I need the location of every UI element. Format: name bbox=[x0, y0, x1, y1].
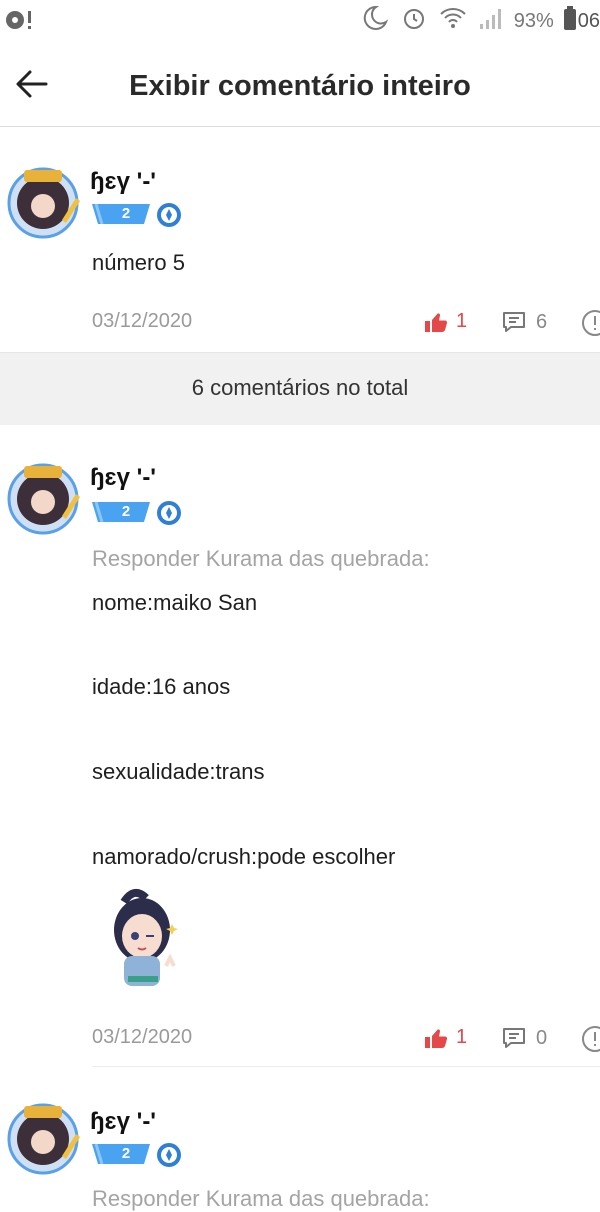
reply-button[interactable]: 0 bbox=[502, 1026, 547, 1050]
divider bbox=[92, 1066, 600, 1067]
like-count: 1 bbox=[456, 1026, 468, 1048]
more-options-icon[interactable] bbox=[580, 308, 600, 343]
avatar[interactable] bbox=[4, 162, 82, 240]
more-options-icon[interactable] bbox=[580, 1024, 600, 1059]
role-badge-icon bbox=[157, 1143, 181, 1167]
avatar[interactable] bbox=[4, 1098, 82, 1176]
level-number: 2 bbox=[121, 1145, 131, 1162]
avatar[interactable] bbox=[4, 458, 82, 536]
reply-to-label[interactable]: Responder Kurama das quebrada: bbox=[92, 1186, 430, 1212]
alarm-icon bbox=[400, 4, 428, 38]
level-number: 2 bbox=[121, 205, 131, 222]
status-bar: 93% 06 bbox=[0, 0, 600, 42]
thumbs-up-icon bbox=[425, 1028, 448, 1048]
notification-icon bbox=[4, 8, 38, 37]
reply-count: 6 bbox=[536, 310, 548, 333]
battery-icon bbox=[563, 6, 576, 36]
reply-line: namorado/crush:pode escolher bbox=[92, 844, 396, 869]
level-number: 2 bbox=[121, 503, 131, 520]
comment-date: 03/12/2020 bbox=[92, 310, 193, 332]
like-button[interactable]: 1 bbox=[424, 310, 467, 333]
comments-total-bar: 6 comentários no total bbox=[0, 352, 600, 425]
wifi-icon bbox=[438, 4, 468, 38]
do-not-disturb-icon bbox=[362, 4, 390, 38]
role-badge-icon bbox=[157, 203, 181, 227]
reply-count: 0 bbox=[536, 1026, 548, 1049]
top-bar: Exibir comentário inteiro bbox=[0, 42, 600, 127]
thumbs-up-icon bbox=[425, 312, 448, 332]
clock: 06 bbox=[577, 9, 600, 32]
comment-icon bbox=[503, 312, 525, 332]
comment-meta: 03/12/2020 1 0 bbox=[92, 1026, 600, 1056]
reply-comment: ɧɛγ '-' 2 Responder Kurama das quebrada: bbox=[0, 1086, 600, 1211]
reply-line: sexualidade:trans bbox=[92, 759, 265, 784]
comment-meta: 03/12/2020 1 6 bbox=[92, 310, 600, 340]
battery-percent: 93% bbox=[513, 9, 554, 32]
sticker-image bbox=[102, 884, 184, 992]
signal-icon bbox=[478, 6, 504, 36]
username[interactable]: ɧɛγ '-' bbox=[90, 168, 156, 196]
comment-date: 03/12/2020 bbox=[92, 1026, 193, 1048]
comment-icon bbox=[503, 1028, 525, 1048]
page-title: Exibir comentário inteiro bbox=[129, 70, 471, 102]
comment-text: número 5 bbox=[92, 250, 185, 275]
username[interactable]: ɧɛγ '-' bbox=[90, 1108, 156, 1136]
like-count: 1 bbox=[456, 310, 468, 332]
role-badge-icon bbox=[157, 501, 181, 525]
like-button[interactable]: 1 bbox=[424, 1026, 467, 1049]
reply-line: idade:16 anos bbox=[92, 674, 231, 699]
reply-button[interactable]: 6 bbox=[502, 310, 547, 334]
main-comment: ɧɛγ '-' 2 número 5 03/12/2020 1 6 bbox=[0, 150, 600, 350]
username[interactable]: ɧɛγ '-' bbox=[90, 464, 156, 492]
reply-line: nome:maiko San bbox=[92, 590, 258, 615]
comments-total: 6 comentários no total bbox=[191, 375, 409, 400]
reply-comment: ɧɛγ '-' 2 Responder Kurama das quebrada:… bbox=[0, 446, 600, 1066]
reply-to-label[interactable]: Responder Kurama das quebrada: bbox=[92, 546, 430, 572]
